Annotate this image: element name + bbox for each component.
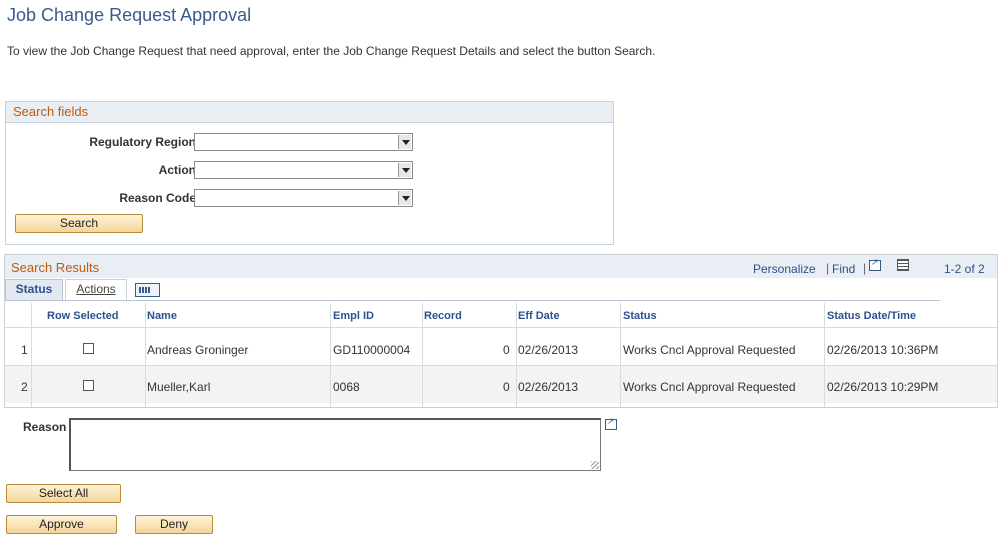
search-results-title: Search Results — [11, 260, 100, 275]
reason-code-select[interactable] — [194, 189, 413, 207]
tab-status[interactable]: Status — [5, 279, 63, 300]
record-cell: 0 — [503, 343, 510, 357]
separator: | — [826, 261, 830, 275]
resize-grip-icon[interactable] — [591, 461, 599, 469]
column-divider — [145, 303, 146, 407]
personalize-link[interactable]: Personalize — [753, 262, 816, 276]
row-number: 2 — [21, 380, 28, 394]
col-record: Record — [424, 310, 462, 322]
search-fields-panel: Search fields Regulatory Region Action R… — [5, 101, 614, 245]
chevron-down-icon[interactable] — [398, 135, 411, 149]
search-fields-header: Search fields — [6, 102, 613, 123]
instructions-text: To view the Job Change Request that need… — [7, 44, 656, 58]
tab-actions[interactable]: Actions — [65, 279, 127, 300]
regulatory-region-select[interactable] — [194, 133, 413, 151]
find-link[interactable]: Find — [832, 262, 855, 276]
regulatory-region-label: Regulatory Region — [89, 135, 196, 149]
view-all-icon[interactable] — [869, 258, 881, 271]
row-count: 1-2 of 2 — [944, 262, 985, 276]
row-select-checkbox[interactable] — [83, 380, 94, 391]
reason-code-label: Reason Code — [119, 191, 196, 205]
row-select-checkbox[interactable] — [83, 343, 94, 354]
search-button[interactable]: Search — [15, 214, 143, 233]
empl-id-cell: GD110000004 — [333, 343, 411, 357]
col-row-selected: Row Selected — [47, 310, 119, 322]
status-cell: Works Cncl Approval Requested — [623, 343, 796, 357]
show-all-columns-icon[interactable] — [135, 283, 160, 297]
status-datetime-cell: 02/26/2013 10:29PM — [827, 380, 939, 394]
col-empl-id: Empl ID — [333, 310, 374, 322]
deny-button[interactable]: Deny — [135, 515, 213, 534]
col-name: Name — [147, 310, 177, 322]
employee-name-link[interactable]: Andreas Groninger — [147, 343, 248, 357]
row-number: 1 — [21, 343, 28, 357]
approve-button[interactable]: Approve — [6, 515, 117, 534]
column-divider — [422, 303, 423, 407]
expand-textarea-icon[interactable] — [605, 417, 617, 430]
action-select[interactable] — [194, 161, 413, 179]
reason-textarea[interactable] — [69, 418, 601, 471]
reason-label: Reason — [23, 420, 67, 434]
download-grid-icon[interactable] — [897, 259, 909, 271]
status-cell: Works Cncl Approval Requested — [623, 380, 796, 394]
col-status: Status — [623, 310, 657, 322]
chevron-down-icon[interactable] — [398, 191, 411, 205]
status-datetime-cell: 02/26/2013 10:36PM — [827, 343, 939, 357]
empl-id-cell: 0068 — [333, 380, 360, 394]
tabs-divider — [5, 300, 940, 301]
eff-date-cell: 02/26/2013 — [518, 380, 579, 394]
separator: | — [863, 261, 867, 275]
column-divider — [516, 303, 517, 407]
chevron-down-icon[interactable] — [398, 163, 411, 177]
page-title: Job Change Request Approval — [7, 5, 252, 25]
col-status-datetime: Status Date/Time — [827, 310, 917, 322]
select-all-button[interactable]: Select All — [6, 484, 121, 503]
record-cell: 0 — [503, 380, 510, 394]
employee-name-link[interactable]: Mueller,Karl — [147, 380, 210, 394]
search-results-grid: Search Results Personalize | Find | 1-2 … — [4, 254, 998, 408]
column-divider — [824, 303, 825, 407]
column-divider — [31, 303, 32, 407]
action-label: Action — [158, 163, 196, 177]
column-divider — [330, 303, 331, 407]
column-divider — [620, 303, 621, 407]
col-eff-date: Eff Date — [518, 310, 560, 322]
eff-date-cell: 02/26/2013 — [518, 343, 579, 357]
